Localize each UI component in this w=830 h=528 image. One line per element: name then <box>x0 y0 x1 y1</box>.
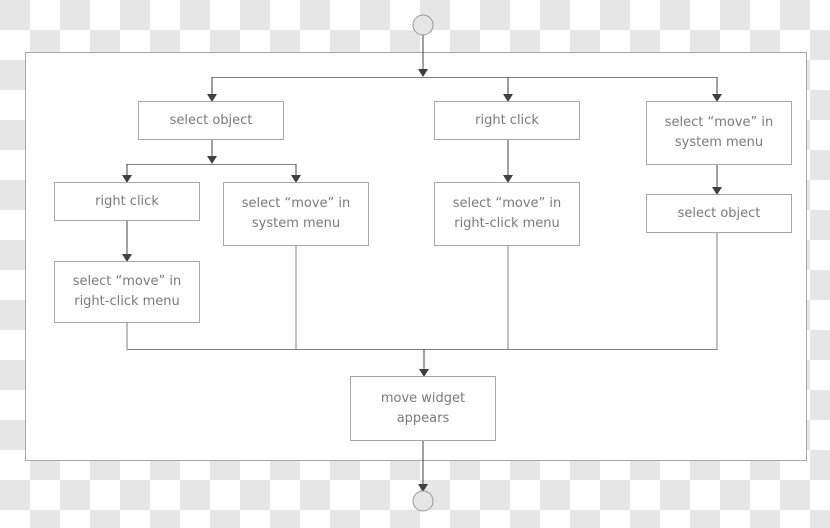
node-select-move-system-right: select “move” in system menu <box>646 101 792 165</box>
node-right-click-left: right click <box>54 182 200 221</box>
node-select-object-left: select object <box>138 101 284 140</box>
node-move-widget-appears: move widget appears <box>350 376 496 441</box>
end-node <box>412 490 434 512</box>
node-select-move-rightclick-middle: select “move” in right-click menu <box>434 182 580 246</box>
node-select-move-system-left: select “move” in system menu <box>223 182 369 246</box>
node-select-object-right: select object <box>646 194 792 233</box>
node-select-move-rightclick-left: select “move” in right-click menu <box>54 261 200 323</box>
node-right-click-middle: right click <box>434 101 580 140</box>
start-node <box>412 14 434 36</box>
